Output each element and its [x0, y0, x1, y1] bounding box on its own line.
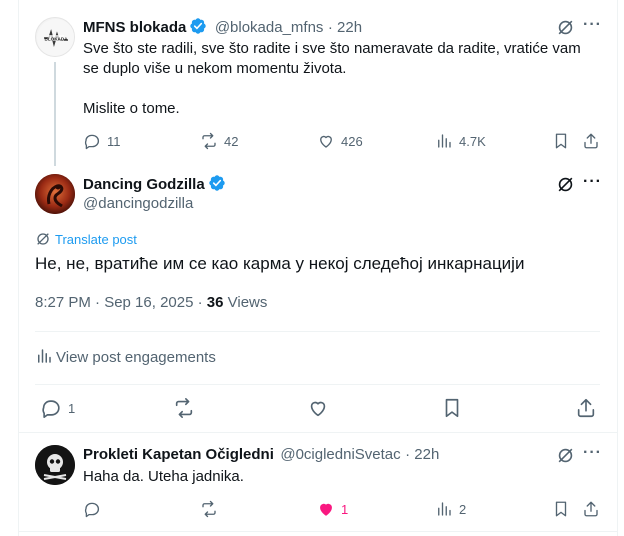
reply-icon [84, 502, 100, 518]
thread-line [54, 62, 56, 166]
godzilla-avatar-icon [35, 174, 75, 214]
translate-post-link[interactable]: Translate post [35, 231, 137, 249]
like-count: 426 [341, 133, 363, 149]
like-button[interactable]: 1 [317, 499, 348, 519]
bookmark-button[interactable] [441, 397, 463, 419]
like-count: 1 [341, 501, 349, 517]
bookmark-button[interactable] [552, 499, 570, 519]
analytics-icon [438, 134, 451, 148]
heart-icon [310, 401, 326, 417]
grok-icon[interactable] [556, 175, 575, 194]
repost-icon [202, 132, 216, 150]
views-button[interactable]: 4.7K [435, 131, 486, 151]
divider [18, 531, 618, 532]
translate-post-label: Translate post [55, 232, 137, 247]
views-label: Views [227, 294, 268, 311]
tweet-text: Sve što ste radili, sve što radite i sve… [83, 39, 603, 119]
repost-count: 42 [224, 133, 239, 149]
repost-button[interactable] [200, 499, 218, 519]
tweet-timestamp[interactable]: 8:27 PM · Sep 16, 2025 · [35, 294, 203, 311]
author-handle[interactable]: @dancingodzilla [83, 194, 193, 214]
avatar[interactable]: BLOKADA [35, 17, 75, 57]
grok-icon[interactable] [556, 18, 575, 37]
main-tweet-header: Dancing Godzilla [83, 174, 226, 194]
skull-avatar-icon [35, 445, 75, 485]
tweet-text: Haha da. Uteha jadnika. [83, 468, 244, 485]
author-handle[interactable]: @0cigledniSvetac [280, 446, 400, 463]
avatar-logo-text: BLOKADA [45, 37, 69, 42]
grok-icon[interactable] [556, 446, 575, 465]
divider [18, 432, 618, 433]
share-button[interactable] [575, 397, 597, 419]
avatar[interactable] [35, 174, 75, 214]
repost-icon [202, 500, 216, 518]
divider [35, 331, 600, 332]
share-button[interactable] [582, 499, 600, 519]
views-count: 36 [206, 294, 224, 311]
share-icon [584, 133, 598, 149]
blokada-logo-icon: BLOKADA [37, 19, 74, 56]
bookmark-icon [445, 398, 459, 418]
share-icon [584, 501, 598, 517]
tweet-text-line: se duplo više u nekom momentu života. [83, 60, 347, 77]
tweet-meta: 8:27 PM · Sep 16, 2025 · 36 Views [35, 293, 267, 313]
main-tweet-text: Не, не, вратиће им се као карма у некој … [35, 254, 525, 273]
like-button[interactable]: 426 [317, 131, 363, 151]
more-options-icon[interactable]: ··· [583, 444, 602, 462]
reply-icon [42, 400, 60, 418]
bookmark-button[interactable] [552, 131, 570, 151]
tweet-text-line: Mislite o tome. [83, 100, 180, 117]
reply-count: 11 [107, 133, 121, 149]
reply-button[interactable] [83, 499, 101, 519]
heart-filled-icon [320, 503, 332, 516]
repost-button[interactable]: 42 [200, 131, 238, 151]
author-name[interactable]: Prokleti Kapetan Očigledni [83, 446, 274, 463]
bookmark-icon [555, 501, 567, 517]
verified-badge-icon [208, 175, 225, 191]
reply-button[interactable]: 1 [40, 397, 75, 419]
verified-badge-icon [190, 18, 207, 34]
views-count: 4.7K [459, 133, 486, 149]
author-name[interactable]: Dancing Godzilla [83, 176, 205, 193]
views-button[interactable]: 2 [435, 499, 466, 519]
heart-icon [320, 135, 332, 148]
author-handle[interactable]: @blokada_mfns [215, 19, 324, 36]
avatar[interactable] [35, 445, 75, 485]
tweet-header: Prokleti Kapetan Očigledni @0cigledniSve… [83, 445, 439, 465]
divider [35, 384, 600, 385]
views-count: 2 [459, 501, 467, 517]
repost-icon [175, 398, 193, 418]
author-name[interactable]: MFNS blokada [83, 19, 186, 36]
more-options-icon[interactable]: ··· [583, 16, 602, 34]
more-options-icon[interactable]: ··· [583, 173, 602, 191]
tweet-header: MFNS blokada @blokada_mfns · 22h [83, 17, 362, 37]
grok-icon [37, 233, 49, 245]
tweet-text-line: Sve što ste radili, sve što radite i sve… [83, 40, 581, 57]
repost-button[interactable] [173, 397, 195, 419]
view-engagements-link[interactable]: View post engagements [35, 347, 216, 368]
share-button[interactable] [582, 131, 600, 151]
view-engagements-label: View post engagements [56, 349, 216, 366]
reply-icon [84, 134, 100, 150]
analytics-icon [438, 502, 451, 516]
reply-button[interactable]: 11 [83, 131, 121, 151]
tweet-time[interactable]: · 22h [405, 446, 439, 463]
share-icon [577, 398, 595, 418]
analytics-icon [38, 349, 51, 363]
like-button[interactable] [307, 397, 329, 419]
reply-count: 1 [68, 400, 76, 416]
bookmark-icon [555, 133, 567, 149]
tweet-time[interactable]: · 22h [328, 19, 362, 36]
